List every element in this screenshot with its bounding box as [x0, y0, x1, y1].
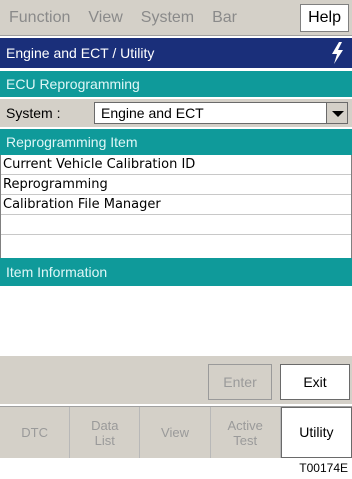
- list-item-calibration-file-manager[interactable]: Calibration File Manager: [1, 195, 351, 215]
- ecu-reprogramming-header: ECU Reprogramming: [0, 71, 352, 97]
- window-title: Engine and ECT / Utility: [6, 45, 155, 61]
- exit-button[interactable]: Exit: [280, 364, 350, 400]
- system-row: System : Engine and ECT: [0, 99, 352, 127]
- figure-code: T00174E: [299, 461, 348, 475]
- menu-system[interactable]: System: [132, 0, 203, 36]
- reprogramming-item-list: Current Vehicle Calibration ID Reprogram…: [0, 155, 352, 258]
- tab-data-list[interactable]: Data List: [70, 407, 141, 458]
- tab-utility[interactable]: Utility: [280, 407, 352, 458]
- lightning-icon: [332, 42, 343, 64]
- diagnostic-tester-screen: Function View System Bar Help Engine and…: [0, 0, 352, 458]
- tab-dtc[interactable]: DTC: [0, 407, 71, 458]
- chevron-down-icon[interactable]: [326, 102, 348, 124]
- list-item-calibration-id[interactable]: Current Vehicle Calibration ID: [1, 155, 351, 175]
- enter-button[interactable]: Enter: [208, 364, 272, 400]
- reprogramming-item-header: Reprogramming Item: [0, 129, 352, 155]
- list-item-reprogramming[interactable]: Reprogramming: [1, 175, 351, 195]
- item-information-header: Item Information: [0, 258, 352, 286]
- menu-bar: Function View System Bar Help: [0, 0, 352, 36]
- menu-help[interactable]: Help: [300, 3, 349, 32]
- tab-bar: DTC Data List View Active Test Utility: [0, 406, 352, 458]
- menu-bar-item[interactable]: Bar: [203, 0, 246, 36]
- tab-active-test[interactable]: Active Test: [211, 407, 281, 458]
- list-item-empty: [1, 215, 351, 235]
- system-select-value: Engine and ECT: [101, 105, 204, 121]
- button-row: Enter Exit: [0, 356, 352, 404]
- menu-view[interactable]: View: [79, 0, 131, 36]
- system-select[interactable]: Engine and ECT: [94, 102, 348, 124]
- title-bar: Engine and ECT / Utility: [0, 38, 352, 68]
- menu-function[interactable]: Function: [0, 0, 79, 36]
- item-information-panel: [0, 286, 352, 356]
- tab-view[interactable]: View: [140, 407, 211, 458]
- system-label: System :: [6, 105, 61, 121]
